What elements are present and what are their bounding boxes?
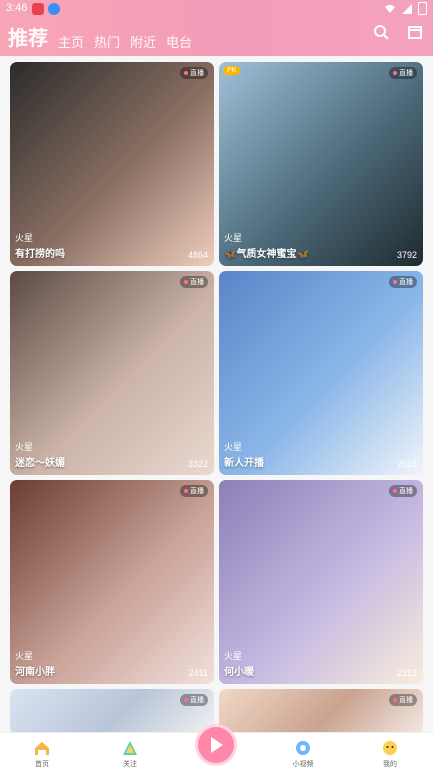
card-title: 迷恋～妖媚 [15,458,65,469]
card-tag: 火星 [224,233,243,243]
top-header: 3:46 推荐 主页 热门 附近 电台 [0,0,433,56]
nav-profile-label: 我的 [383,761,397,768]
nav-home-label: 首页 [35,761,49,768]
viewer-count: 4864 [187,250,208,260]
card-tag: 火星 [15,233,34,243]
live-badge: 直播 [180,485,208,497]
nav-videos-label: 小视频 [292,761,314,768]
viewer-count: 3322 [187,459,208,469]
card-thumbnail [219,480,423,684]
pk-badge: PK [223,66,241,75]
live-badge: 直播 [389,67,417,79]
live-badge: 直播 [180,67,208,79]
card-thumbnail [10,62,214,266]
top-tabs: 推荐 主页 热门 附近 电台 [8,22,192,51]
home-icon [35,742,49,755]
live-badge: 直播 [180,276,208,288]
card-title: 新人开播 [224,458,264,469]
live-card[interactable]: PK 直播 火星 🦋气质女神蜜宝🦋 3792 [219,62,423,266]
viewer-count: 2615 [396,459,417,469]
nav-center-button[interactable] [198,727,234,763]
tab-radio[interactable]: 电台 [166,32,192,51]
header-actions [373,24,423,40]
card-title: 有打捞的吗 [15,249,65,260]
card-tag: 火星 [224,442,243,452]
play-icon [211,737,223,753]
live-badge: 直播 [389,485,417,497]
live-badge: 直播 [389,694,417,706]
video-icon [296,741,310,755]
live-card[interactable]: 直播 火星 何小暖 2213 [219,480,423,684]
card-title: 何小暖 [224,667,254,678]
viewer-count: 2213 [396,668,417,678]
tab-recommend[interactable]: 推荐 [8,22,48,51]
battery-icon [418,2,427,15]
search-icon[interactable] [373,24,389,40]
live-card[interactable]: 直播 [219,689,423,734]
download-notification-icon [48,3,60,15]
tab-home[interactable]: 主页 [58,32,84,51]
calendar-icon[interactable] [407,24,423,40]
nav-home[interactable]: 首页 [22,739,62,769]
card-tag: 火星 [15,442,34,452]
app-notification-icon [32,3,44,15]
viewer-count: 3792 [396,250,417,260]
wifi-icon [385,4,395,13]
follow-icon [123,741,137,755]
card-title: 🦋气质女神蜜宝🦋 [224,249,309,260]
card-tag: 火星 [224,651,243,661]
nav-follow[interactable]: 关注 [110,739,150,769]
card-thumbnail [10,271,214,475]
live-badge: 直播 [389,276,417,288]
status-icons [384,2,427,15]
live-badge: 直播 [180,694,208,706]
live-card[interactable]: 直播 火星 新人开播 2615 [219,271,423,475]
status-bar: 3:46 [0,0,433,18]
live-card[interactable]: 直播 [10,689,214,734]
viewer-count: 2411 [188,668,208,678]
card-tag: 火星 [15,651,34,661]
profile-icon [383,741,397,755]
nav-videos[interactable]: 小视频 [283,739,323,769]
nav-follow-label: 关注 [123,761,137,768]
live-card[interactable]: 直播 火星 河南小胖 2411 [10,480,214,684]
card-thumbnail [10,480,214,684]
live-card[interactable]: 直播 火星 有打捞的吗 4864 [10,62,214,266]
nav-profile[interactable]: 我的 [370,739,410,769]
live-card[interactable]: 直播 火星 迷恋～妖媚 3322 [10,271,214,475]
card-title: 河南小胖 [15,667,55,678]
tab-hot[interactable]: 热门 [94,32,120,51]
tab-nearby[interactable]: 附近 [130,32,156,51]
signal-icon [402,3,412,14]
status-time: 3:46 [6,2,28,14]
card-thumbnail [219,62,423,266]
card-thumbnail [219,271,423,475]
